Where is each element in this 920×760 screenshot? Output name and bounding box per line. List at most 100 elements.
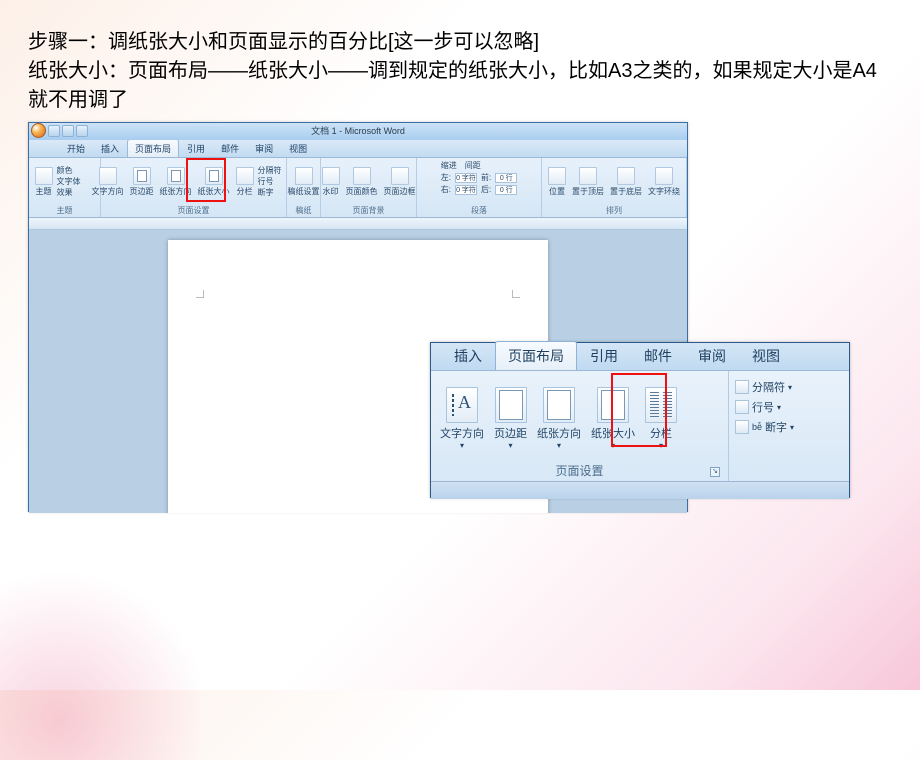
ribbon: 主题 颜色 文字体 效果 主题 文字方向 页边距 纸张方向 纸张大小 分栏 分隔… [29, 158, 687, 218]
manuscript-icon [295, 167, 313, 185]
qat-save-icon[interactable] [48, 125, 60, 137]
group-page-background: 水印 页面颜色 页面边框 页面背景 [321, 158, 417, 217]
margin-mark-tl-icon [196, 290, 204, 298]
inset-margins-button[interactable]: 页边距 ▾ [491, 385, 530, 451]
spacing-label: 间距 [465, 160, 481, 171]
group-background-label: 页面背景 [353, 204, 385, 216]
tab-review[interactable]: 审阅 [247, 139, 281, 157]
text-wrap-button[interactable]: 文字环绕 [646, 166, 682, 198]
indent-right-input[interactable]: 0 字符 [455, 185, 477, 195]
inset-tab-references[interactable]: 引用 [577, 341, 631, 370]
inset-tab-page-layout[interactable]: 页面布局 [495, 341, 577, 370]
slide-caption: 步骤一：调纸张大小和页面显示的百分比[这一步可以忽略] 纸张大小：页面布局——纸… [28, 28, 888, 115]
watermark-icon [322, 167, 340, 185]
inset-ribbon: 文字方向 ▾ 页边距 ▾ 纸张方向 ▾ 纸张大小 ▾ [431, 371, 849, 481]
dialog-launcher-icon[interactable]: ↘ [710, 467, 720, 477]
inset-tab-mailings[interactable]: 邮件 [631, 341, 685, 370]
inset-tab-insert[interactable]: 插入 [441, 341, 495, 370]
inset-tab-view[interactable]: 视图 [739, 341, 793, 370]
inset-breaks-button[interactable]: 分隔符 ▾ [735, 379, 843, 395]
tab-insert[interactable]: 插入 [93, 139, 127, 157]
hyphenation-icon [735, 420, 749, 434]
titlebar: 文档 1 - Microsoft Word [29, 123, 687, 140]
breaks-icon [735, 380, 749, 394]
group-arrange-label: 排列 [606, 204, 622, 216]
margins-button[interactable]: 页边距 [128, 166, 156, 198]
orientation-icon [543, 387, 575, 423]
tab-mailings[interactable]: 邮件 [213, 139, 247, 157]
tab-references[interactable]: 引用 [179, 139, 213, 157]
bring-front-icon [579, 167, 597, 185]
send-back-icon [617, 167, 635, 185]
columns-icon [645, 387, 677, 423]
inset-bottom-strip [431, 481, 849, 499]
group-page-setup: 文字方向 页边距 纸张方向 纸张大小 分栏 分隔符 行号 断字 页面设置 [101, 158, 287, 217]
themes-icon [35, 167, 53, 185]
tab-view[interactable]: 视图 [281, 139, 315, 157]
group-manuscript-label: 稿纸 [296, 204, 312, 216]
page-borders-button[interactable]: 页面边框 [382, 166, 418, 198]
inset-group-extras: 分隔符 ▾ 行号 ▾ bễ 断字 ▾ [729, 371, 849, 481]
breaks-button[interactable]: 分隔符 [258, 166, 298, 176]
inset-columns-button[interactable]: 分栏 ▾ [642, 385, 680, 451]
orientation-button[interactable]: 纸张方向 [158, 166, 194, 198]
caption-line-1: 步骤一：调纸张大小和页面显示的百分比[这一步可以忽略] [28, 28, 888, 57]
inset-hyphenation-button[interactable]: bễ 断字 ▾ [735, 419, 843, 435]
chevron-down-icon: ▾ [557, 443, 561, 449]
group-themes-label: 主题 [57, 204, 73, 216]
watermark-button[interactable]: 水印 [320, 166, 342, 198]
inset-tabs: 插入 页面布局 引用 邮件 审阅 视图 [431, 343, 849, 371]
page-size-button[interactable]: 纸张大小 [196, 166, 232, 198]
indent-label: 缩进 [441, 160, 457, 171]
office-button-icon[interactable] [31, 123, 46, 138]
caption-line-2: 纸张大小：页面布局——纸张大小——调到规定的纸张大小，比如A3之类的，如果规定大… [28, 57, 888, 115]
line-numbers-button[interactable]: 行号 [258, 177, 298, 187]
group-arrange: 位置 置于顶层 置于底层 文字环绕 排列 [542, 158, 687, 217]
window-title: 文档 1 - Microsoft Word [311, 126, 405, 136]
inset-line-numbers-button[interactable]: 行号 ▾ [735, 399, 843, 415]
line-numbers-icon [735, 400, 749, 414]
page-borders-icon [391, 167, 409, 185]
indent-left-input[interactable]: 0 字符 [455, 173, 477, 183]
margins-icon [495, 387, 527, 423]
spacing-before-input[interactable]: 0 行 [495, 173, 517, 183]
inset-page-size-button[interactable]: 纸张大小 ▾ [588, 385, 638, 451]
chevron-down-icon: ▾ [611, 443, 615, 449]
chevron-down-icon: ▾ [508, 443, 512, 449]
margins-icon [133, 167, 151, 185]
columns-icon [236, 167, 254, 185]
group-paragraph-label: 段落 [471, 204, 487, 216]
hyphenation-button[interactable]: 断字 [258, 188, 298, 198]
inset-orientation-button[interactable]: 纸张方向 ▾ [534, 385, 584, 451]
position-button[interactable]: 位置 [546, 166, 568, 198]
spacing-after-input[interactable]: 0 行 [495, 185, 517, 195]
orientation-icon [167, 167, 185, 185]
text-direction-button[interactable]: 文字方向 [90, 166, 126, 198]
columns-button[interactable]: 分栏 [234, 166, 256, 198]
margin-mark-tr-icon [512, 290, 520, 298]
themes-button[interactable]: 主题 [33, 166, 55, 198]
group-paragraph: 缩进 间距 左:0 字符 前:0 行 右:0 字符 后:0 行 段落 [417, 158, 542, 217]
qat-redo-icon[interactable] [76, 125, 88, 137]
tab-page-layout[interactable]: 页面布局 [127, 139, 179, 157]
page-size-icon [205, 167, 223, 185]
send-back-button[interactable]: 置于底层 [608, 166, 644, 198]
ribbon-inset: 插入 页面布局 引用 邮件 审阅 视图 文字方向 ▾ 页边距 ▾ 纸 [430, 342, 850, 498]
position-icon [548, 167, 566, 185]
chevron-down-icon: ▾ [659, 443, 663, 449]
group-page-setup-label: 页面设置 [178, 204, 210, 216]
ribbon-tabs: 开始 插入 页面布局 引用 邮件 审阅 视图 [29, 140, 687, 158]
ruler [29, 218, 687, 230]
text-direction-icon [99, 167, 117, 185]
qat-undo-icon[interactable] [62, 125, 74, 137]
inset-text-direction-button[interactable]: 文字方向 ▾ [437, 385, 487, 451]
quick-access-toolbar [31, 123, 88, 138]
inset-tab-review[interactable]: 审阅 [685, 341, 739, 370]
page-color-icon [353, 167, 371, 185]
page-size-icon [597, 387, 629, 423]
chevron-down-icon: ▾ [460, 443, 464, 449]
page-color-button[interactable]: 页面颜色 [344, 166, 380, 198]
inset-group-page-setup: 文字方向 ▾ 页边距 ▾ 纸张方向 ▾ 纸张大小 ▾ [431, 371, 729, 481]
tab-home[interactable]: 开始 [59, 139, 93, 157]
bring-front-button[interactable]: 置于顶层 [570, 166, 606, 198]
